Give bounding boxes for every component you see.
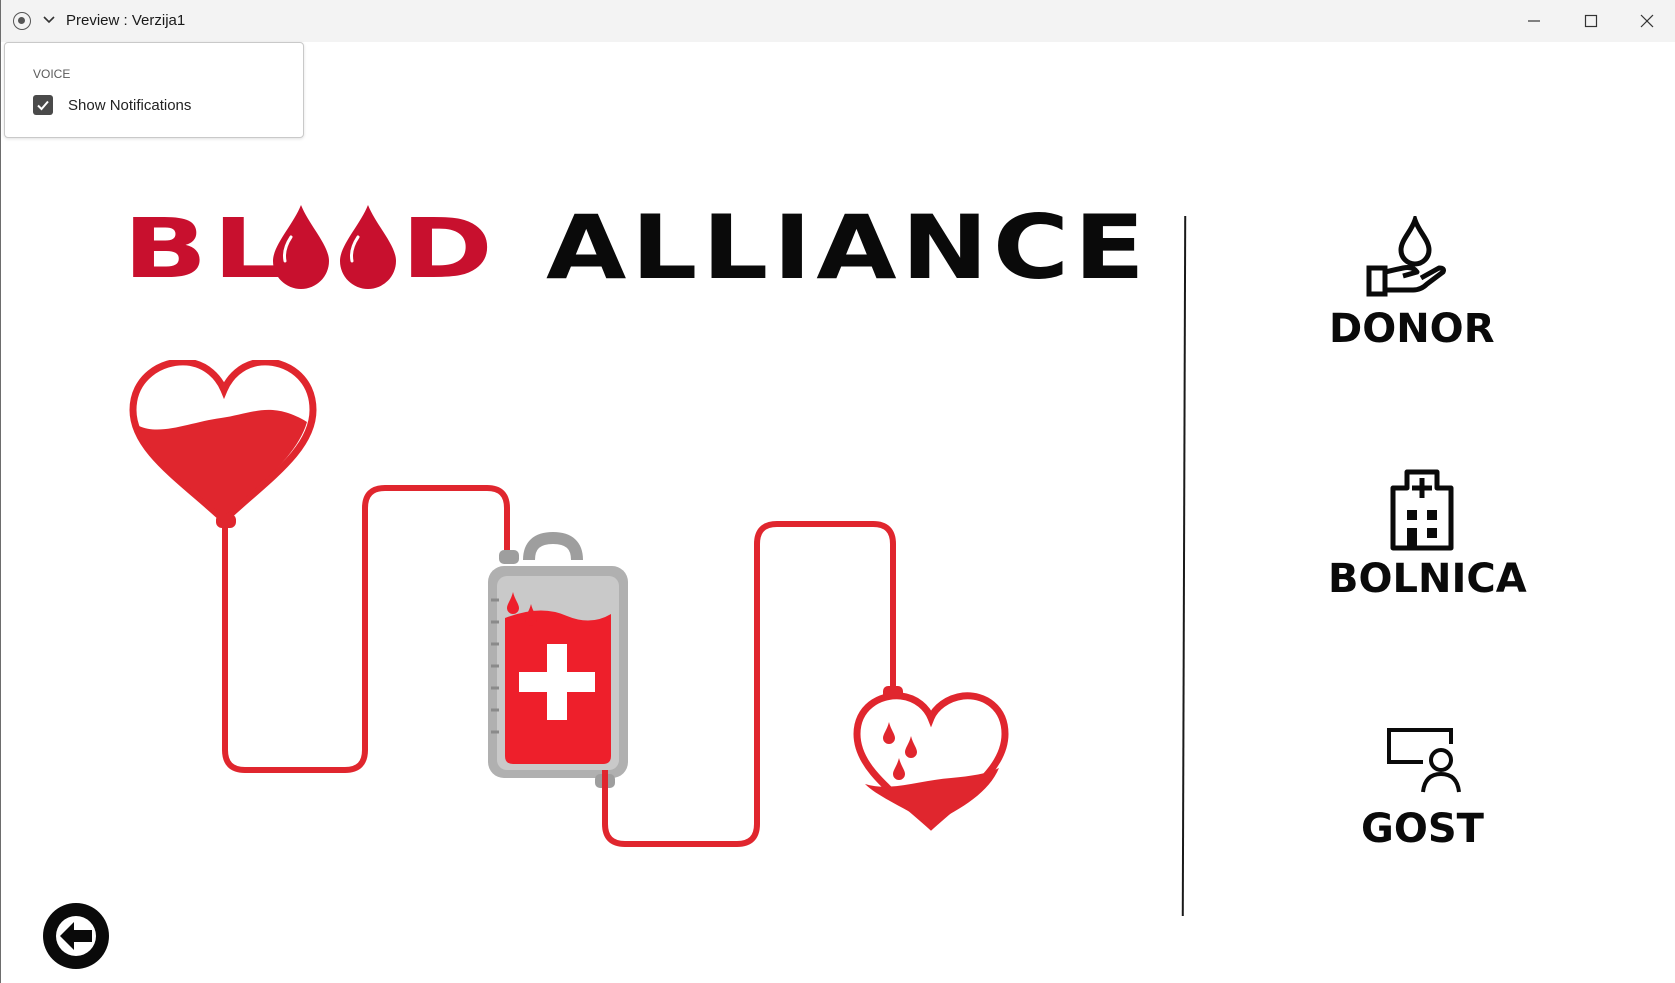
arrow-left-icon [56,916,96,956]
blood-transfusion-illustration [129,360,1009,847]
close-button[interactable] [1619,0,1675,42]
guest-screen-user-icon [1387,728,1461,793]
voice-panel: VOICE Show Notifications [4,42,304,138]
app-window: Preview : Verzija1 VOICE Show Notificati [0,0,1675,983]
close-icon [1640,14,1654,28]
logo-word-blood-end: D [401,202,493,297]
hospital-icon [1390,469,1454,551]
role-gost-label[interactable]: GOST [1361,806,1484,852]
minimize-button[interactable] [1506,0,1562,42]
chevron-down-icon[interactable] [41,11,57,27]
vertical-divider [1181,215,1187,917]
maximize-button[interactable] [1563,0,1619,42]
blood-drop-icon [340,205,396,289]
logo-word-alliance: ALLIANCE [546,196,1150,299]
window-title: Preview : Verzija1 [66,12,186,29]
show-notifications-label[interactable]: Show Notifications [68,97,191,114]
minimize-icon [1528,20,1540,22]
logo-word-blood-start: BL [123,202,289,297]
hand-drop-icon [1366,216,1446,297]
back-button[interactable] [43,903,109,969]
role-bolnica-label[interactable]: BOLNICA [1328,556,1527,602]
checkmark-icon [37,100,49,111]
maximize-icon [1584,14,1598,28]
voice-heading: VOICE [33,67,71,81]
title-bar: Preview : Verzija1 [1,0,1675,42]
role-donor-label[interactable]: DONOR [1329,306,1495,352]
record-icon[interactable] [13,12,31,30]
blood-drop-icon [273,205,329,289]
show-notifications-checkbox[interactable] [33,95,53,115]
